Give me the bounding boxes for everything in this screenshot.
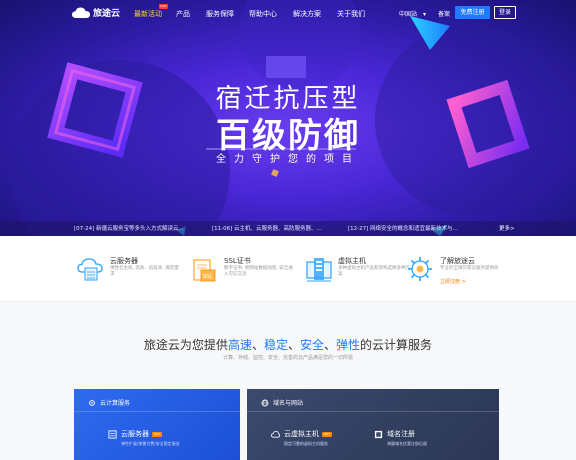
product-name-text: 云虚拟主机 [284,430,319,438]
card-title: 云计算服务 [100,400,131,407]
news-item[interactable]: [11-06] 云主机、云服务器、高防服务器、... [212,224,322,232]
virtual-host-icon [306,258,332,282]
region-select[interactable]: 中国站 ▾ [399,9,426,18]
cloud-computing-card[interactable]: 云计算服务 云服务器 HOT 弹性扩展/按需付费/安全稳定服务 [74,389,240,460]
register-now-link[interactable]: 立即注册 > [440,278,466,285]
register-button[interactable]: 免费注册 [455,6,490,19]
product-domain-registration[interactable]: 域名注册 海量域名优惠注册后缀 [374,429,427,447]
svg-text:SSL: SSL [203,274,212,280]
card-divider [247,411,499,412]
nav-item-solutions[interactable]: 解决方案 [293,9,321,19]
section-title-prefix: 旅途云为您提供 [143,338,228,352]
news-item[interactable]: [12-27] 网络安全的概念和适宜最新技术与... [348,224,458,232]
page: 旅途云 最新活动 HOT 产品 服务保障 帮助中心 解决方案 关于我们 中国站 … [0,0,576,460]
feature-cloud-server[interactable]: 云服务器 弹性云主机, 高防、低延本, 满足需求 [76,254,186,294]
nav-item-help[interactable]: 帮助中心 [249,9,277,19]
feature-virtual-host[interactable]: 虚拟主机 多种虚拟主机产品和架构选择多种方案 [304,254,414,294]
product-virtual-host[interactable]: 云虚拟主机 HOT 稳定可靠的虚拟主机服务 [271,429,332,447]
cloud-server-icon [77,258,103,281]
card-header: 云计算服务 [88,398,130,407]
product-desc: 稳定可靠的虚拟主机服务 [284,441,328,446]
hero-subtitle: 全力守护您的项目 [216,154,360,165]
card-title: 域名与网站 [273,400,304,407]
section-title-highlight: 高速 [227,338,252,352]
product-desc: 弹性扩展/按需付费/安全稳定服务 [121,441,180,446]
section-title-separator: 、 [324,338,337,352]
news-bar: [07-24] 新疆云服务宝等多头入方式解读云... [11-06] 云主机、云… [0,221,576,236]
domain-icon [374,430,383,439]
feature-title: 云服务器 [110,257,138,265]
product-text: 云服务器 HOT 弹性扩展/按需付费/安全稳定服务 [121,429,180,447]
news-more-link[interactable]: 更多> [499,224,515,232]
section-title-suffix: 的云计算服务 [360,338,433,352]
about-gear-icon [408,257,432,281]
gear-icon [89,399,95,406]
nav-item-activities[interactable]: 最新活动 [134,9,162,19]
product-name: 域名注册 [387,430,415,438]
section-subtitle: 计算、存储、监控、安全、完善的云产品满足您的一切所需 [222,355,353,361]
product-desc: 海量域名优惠注册后缀 [387,441,427,446]
feature-strip: 云服务器 弹性云主机, 高防、低延本, 满足需求 SSL SSL证书 数字证书,… [0,236,576,302]
logo[interactable]: 旅途云 [72,6,120,19]
section-title-highlight: 稳定 [263,338,288,352]
region-label: 中国站 [399,11,418,18]
cloud-host-icon [271,430,280,438]
feature-desc: 数字证书, 给网站数据加密, 安全通入可信交流 [224,266,293,277]
nav-item-products[interactable]: 产品 [176,9,190,19]
hot-badge: HOT [159,4,168,9]
section-title-highlight: 弹性 [336,338,361,352]
card-divider [74,411,240,412]
section-title-highlight: 安全 [300,338,325,352]
section-title-separator: 、 [251,338,264,352]
login-button[interactable]: 登录 [494,6,516,19]
nav-item-service[interactable]: 服务保障 [206,9,234,19]
ssl-certificate-icon: SSL [193,259,216,282]
feature-title: SSL证书 [224,257,251,265]
hero-banner: 旅途云 最新活动 HOT 产品 服务保障 帮助中心 解决方案 关于我们 中国站 … [0,0,576,236]
feature-about[interactable]: 了解旅途云 专业的全球可靠云服务提供商 立即注册 > [406,254,516,294]
section-title: 旅途云为您提供高速、稳定、安全、弹性的云计算服务 [0,336,576,353]
section-title-separator: 、 [287,338,300,352]
product-name-text: 云服务器 [121,430,149,438]
logo-text: 旅途云 [93,9,121,19]
product-text: 域名注册 海量域名优惠注册后缀 [387,429,427,447]
domain-website-card[interactable]: 域名与网站 云虚拟主机 HOT 稳定可靠的虚拟主机服务 域名注册 海量域名优惠注… [247,389,499,460]
top-navigation: 旅途云 最新活动 HOT 产品 服务保障 帮助中心 解决方案 关于我们 中国站 … [0,0,576,26]
feature-title: 虚拟主机 [338,257,366,265]
nav-item-about[interactable]: 关于我们 [337,9,365,19]
hot-badge: HOT [152,431,162,437]
hot-badge: HOT [322,431,332,437]
globe-icon [261,399,269,406]
server-icon [108,430,117,439]
feature-title: 了解旅途云 [440,257,475,265]
product-name: 云虚拟主机 HOT [284,429,332,439]
chevron-down-icon: ▾ [422,11,426,18]
services-section: 旅途云为您提供高速、稳定、安全、弹性的云计算服务 计算、存储、监控、安全、完善的… [0,302,576,460]
product-cloud-server[interactable]: 云服务器 HOT 弹性扩展/按需付费/安全稳定服务 [108,429,180,447]
product-text: 云虚拟主机 HOT 稳定可靠的虚拟主机服务 [284,429,332,447]
feature-desc: 弹性云主机, 高防、低延本, 满足需求 [110,266,179,277]
record-link[interactable]: 备案 [438,9,450,18]
feature-ssl[interactable]: SSL SSL证书 数字证书, 给网站数据加密, 安全通入可信交流 [190,254,300,294]
news-item[interactable]: [07-24] 新疆云服务宝等多头入方式解读云... [74,224,184,232]
card-header: 域名与网站 [261,398,303,407]
cloud-logo-icon [72,7,90,18]
feature-desc: 专业的全球可靠云服务提供商 [440,266,499,271]
product-name: 云服务器 HOT [121,429,180,439]
feature-desc: 多种虚拟主机产品和架构选择多种方案 [338,266,410,277]
